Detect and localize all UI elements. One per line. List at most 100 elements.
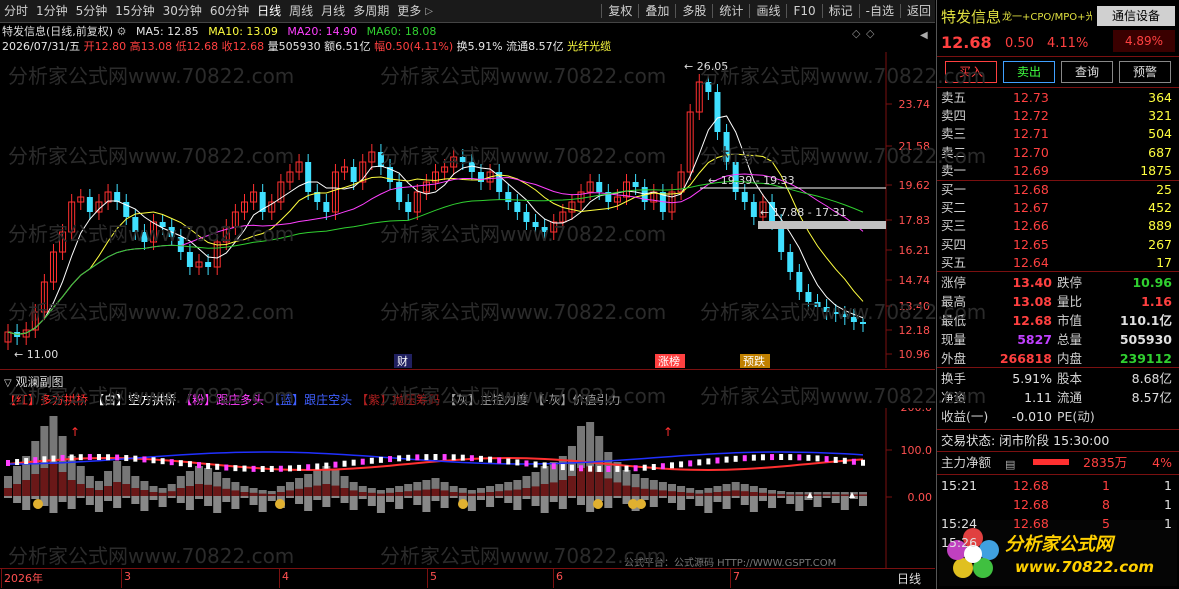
gray-neg-column xyxy=(240,496,249,498)
legend-tag-3: 【蓝】 xyxy=(268,393,305,407)
alert-button[interactable]: 预警 xyxy=(1119,61,1171,83)
action-button-7[interactable]: -自选 xyxy=(862,0,898,22)
ask-price: 12.71 xyxy=(1013,126,1049,142)
bridge-dot xyxy=(251,465,256,472)
gray-neg-column xyxy=(522,496,531,499)
pressure-column xyxy=(149,492,158,496)
candle-body xyxy=(468,162,475,172)
industry-badge[interactable]: 通信设备 xyxy=(1097,6,1175,26)
bridge-dot xyxy=(842,457,847,464)
period-tab-8[interactable]: 月线 xyxy=(317,0,349,22)
period-mode-label[interactable]: 日线 xyxy=(897,570,921,587)
indicator-chart[interactable]: 200.0 100.0 0.00 ↑ ↑ xyxy=(0,408,935,568)
chevron-right-icon[interactable]: ▷ xyxy=(425,6,433,17)
stat-row-4: 外盘 266818 内盘 239112 xyxy=(937,350,1179,367)
ask-volume: 321 xyxy=(1148,108,1172,124)
pressure-column xyxy=(422,489,431,496)
gray-neg-column xyxy=(140,496,149,511)
stock-name: 特发信息 xyxy=(941,8,1002,26)
stat-value: 266818 xyxy=(999,351,1052,366)
panel-divider xyxy=(0,369,935,370)
pressure-column xyxy=(285,490,294,496)
candlestick-chart[interactable]: 23.74 21.58 19.62 17.83 16.21 14.74 13.40 12.18… xyxy=(0,52,935,368)
bid-row-1[interactable]: 买二 12.67 452 xyxy=(937,199,1179,216)
bid-price: 12.68 xyxy=(1013,182,1049,197)
bridge-dot xyxy=(333,461,338,468)
period-tab-9[interactable]: 多周期 xyxy=(349,0,393,22)
bid-row-2[interactable]: 买三 12.66 889 xyxy=(937,217,1179,234)
ask-row-0[interactable]: 卖五 12.73 364 xyxy=(937,89,1179,106)
action-button-2[interactable]: 多股 xyxy=(678,0,710,22)
ask-row-4[interactable]: 卖一 12.69 1875 xyxy=(937,162,1179,179)
sell-button[interactable]: 卖出 xyxy=(1003,61,1055,83)
settings-icon[interactable]: ⚙ xyxy=(117,25,127,38)
gray-neg-column xyxy=(686,496,695,499)
ask-row-1[interactable]: 卖四 12.72 321 xyxy=(937,107,1179,124)
pressure-column xyxy=(240,492,249,496)
bridge-dot xyxy=(42,456,47,463)
bid-row-0[interactable]: 买一 12.68 25 xyxy=(937,181,1179,198)
stat-value: 239112 xyxy=(1119,351,1172,366)
dropdown-icon[interactable]: ▽ xyxy=(4,378,12,389)
bridge-dot xyxy=(779,454,784,461)
period-tab-3[interactable]: 15分钟 xyxy=(111,0,158,22)
pressure-column xyxy=(740,491,749,496)
sub-tick-label: 100.0 xyxy=(901,444,933,457)
pressure-column xyxy=(122,484,131,496)
ma5-label: MA5: 12.85 xyxy=(135,25,199,38)
pressure-column xyxy=(649,489,658,496)
list-icon[interactable]: ▤ xyxy=(1005,456,1015,473)
period-tab-5[interactable]: 60分钟 xyxy=(206,0,253,22)
gray-neg-column xyxy=(749,496,758,512)
pressure-column xyxy=(749,492,758,496)
action-button-1[interactable]: 叠加 xyxy=(641,0,673,22)
toolbar-separator xyxy=(601,4,603,18)
period-tab-4[interactable]: 30分钟 xyxy=(159,0,206,22)
bid-row-4[interactable]: 买五 12.64 17 xyxy=(937,254,1179,271)
action-button-6[interactable]: 标记 xyxy=(825,0,857,22)
gray-neg-column xyxy=(731,496,740,498)
action-button-5[interactable]: F10 xyxy=(789,0,819,22)
query-button[interactable]: 查询 xyxy=(1061,61,1113,83)
action-button-3[interactable]: 统计 xyxy=(715,0,747,22)
action-button-8[interactable]: 返回 xyxy=(903,0,935,22)
period-tab-0[interactable]: 分时 xyxy=(0,0,32,22)
pressure-column xyxy=(513,489,522,496)
bridge-dot xyxy=(242,465,247,472)
action-button-0[interactable]: 复权 xyxy=(604,0,636,22)
period-tab-1[interactable]: 1分钟 xyxy=(32,0,72,22)
tick-count: 1 xyxy=(1164,516,1172,531)
pressure-column xyxy=(495,491,504,496)
collapse-arrow-icon[interactable]: ◀ xyxy=(920,30,928,41)
action-button-4[interactable]: 画线 xyxy=(752,0,784,22)
period-tab-7[interactable]: 周线 xyxy=(285,0,317,22)
candle-body xyxy=(823,307,830,312)
chart-close-icon[interactable]: ◇ xyxy=(866,27,874,40)
gray-neg-column xyxy=(486,496,495,507)
logo-url: www.70822.com xyxy=(1015,558,1155,576)
net-flow-row[interactable]: 主力净额 ▤ 2835万 4% xyxy=(937,454,1179,471)
gray-neg-column xyxy=(149,496,158,500)
bid-volume: 17 xyxy=(1156,254,1172,270)
pressure-column xyxy=(486,492,495,496)
tick-row-1: 12.68 8 1 xyxy=(937,496,1179,513)
buy-button[interactable]: 买入 xyxy=(945,61,997,83)
bridge-dot xyxy=(51,455,56,462)
pressure-column xyxy=(786,494,795,496)
sub-chart-title[interactable]: ▽ 观澜副图 xyxy=(4,373,64,390)
stat-row-3: 现量 5827 总量 505930 xyxy=(937,331,1179,348)
candle-body xyxy=(541,227,548,232)
stat-label: 内盘 xyxy=(1057,351,1083,366)
chart-expand-icon[interactable]: ◇ xyxy=(852,27,860,40)
pressure-column xyxy=(4,488,12,496)
period-tab-10[interactable]: 更多 xyxy=(393,0,425,22)
pressure-column xyxy=(176,488,185,496)
period-tab-2[interactable]: 5分钟 xyxy=(72,0,112,22)
bid-row-3[interactable]: 买四 12.65 267 xyxy=(937,236,1179,253)
period-tab-6[interactable]: 日线 xyxy=(253,0,285,22)
ask-row-3[interactable]: 卖二 12.70 687 xyxy=(937,144,1179,161)
gray-neg-column xyxy=(22,496,31,510)
tick-volume: 8 xyxy=(1102,497,1110,512)
ask-row-2[interactable]: 卖三 12.71 504 xyxy=(937,125,1179,142)
date-tick-mark xyxy=(121,568,122,588)
